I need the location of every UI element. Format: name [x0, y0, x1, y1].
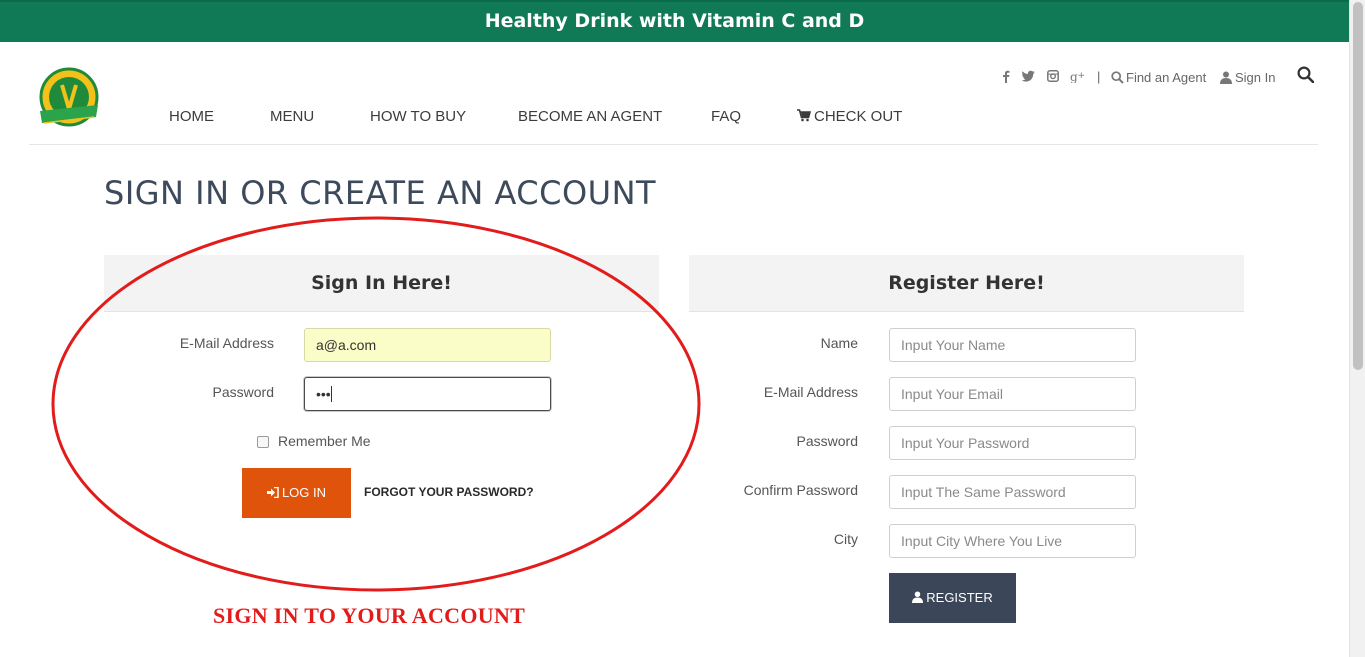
register-heading: Register Here! — [888, 272, 1045, 294]
forgot-password-link[interactable]: FORGOT YOUR PASSWORD? — [364, 485, 534, 499]
vertical-scrollbar[interactable] — [1349, 0, 1365, 657]
promo-text: Healthy Drink with Vitamin C and D — [484, 10, 865, 32]
register-city-input[interactable]: Input City Where You Live — [889, 524, 1136, 558]
find-agent-link[interactable]: Find an Agent — [1111, 70, 1206, 85]
header-divider — [29, 144, 1318, 145]
signin-password-input[interactable]: ••• — [304, 377, 551, 411]
nav-menu[interactable]: MENU — [270, 108, 314, 125]
google-plus-icon[interactable]: g + — [1070, 70, 1086, 84]
signin-email-input[interactable]: a@a.com — [304, 328, 551, 362]
cart-icon — [797, 109, 812, 122]
nav-faq[interactable]: FAQ — [711, 108, 741, 125]
remember-me-label[interactable]: Remember Me — [278, 433, 371, 449]
scrollbar-thumb[interactable] — [1353, 2, 1363, 370]
twitter-icon[interactable] — [1021, 70, 1035, 84]
annotation-label: SIGN IN TO YOUR ACCOUNT — [213, 603, 526, 628]
promo-banner: Healthy Drink with Vitamin C and D — [0, 0, 1349, 42]
brand-logo[interactable] — [34, 65, 104, 131]
register-name-input[interactable]: Input Your Name — [889, 328, 1136, 362]
password-mask: ••• — [316, 386, 331, 402]
register-password-input[interactable]: Input Your Password — [889, 426, 1136, 460]
user-icon — [912, 591, 924, 603]
register-button[interactable]: REGISTER — [889, 573, 1016, 623]
remember-me-checkbox[interactable] — [257, 436, 269, 448]
signin-email-label: E-Mail Address — [179, 335, 274, 351]
sign-in-label: Sign In — [1235, 70, 1276, 85]
register-panel-header: Register Here! — [689, 255, 1244, 312]
find-agent-label: Find an Agent — [1126, 70, 1207, 85]
login-button[interactable]: LOG IN — [242, 468, 351, 518]
nav-become-agent[interactable]: BECOME AN AGENT — [518, 108, 662, 125]
nav-how-to-buy[interactable]: HOW TO BUY — [370, 108, 466, 125]
text-cursor — [330, 386, 332, 402]
user-icon — [1220, 71, 1232, 84]
facebook-icon[interactable] — [999, 70, 1013, 84]
register-email-input[interactable]: Input Your Email — [889, 377, 1136, 411]
page-title: SIGN IN OR CREATE AN ACCOUNT — [104, 174, 657, 212]
signin-panel-header: Sign In Here! — [104, 255, 659, 312]
nav-checkout[interactable]: CHECK OUT — [797, 108, 902, 125]
register-password-label: Password — [796, 433, 858, 449]
nav-home[interactable]: HOME — [169, 108, 214, 125]
svg-text:+: + — [1078, 71, 1086, 81]
checkout-label: CHECK OUT — [814, 108, 903, 125]
login-label: LOG IN — [281, 485, 327, 500]
register-email-label: E-Mail Address — [763, 384, 858, 400]
sign-in-link[interactable]: Sign In — [1220, 70, 1275, 85]
utility-separator: | — [1097, 69, 1101, 84]
register-confirm-label: Confirm Password — [743, 482, 858, 498]
register-city-label: City — [833, 531, 858, 547]
instagram-icon[interactable] — [1046, 70, 1060, 84]
signin-password-label: Password — [212, 384, 274, 400]
search-icon[interactable] — [1297, 66, 1315, 88]
register-name-label: Name — [820, 335, 858, 351]
logo-graphic — [39, 67, 99, 127]
register-confirm-input[interactable]: Input The Same Password — [889, 475, 1136, 509]
signin-heading: Sign In Here! — [311, 272, 452, 294]
register-label: REGISTER — [926, 590, 993, 605]
sign-in-icon — [266, 486, 279, 499]
search-small-icon — [1111, 71, 1124, 84]
